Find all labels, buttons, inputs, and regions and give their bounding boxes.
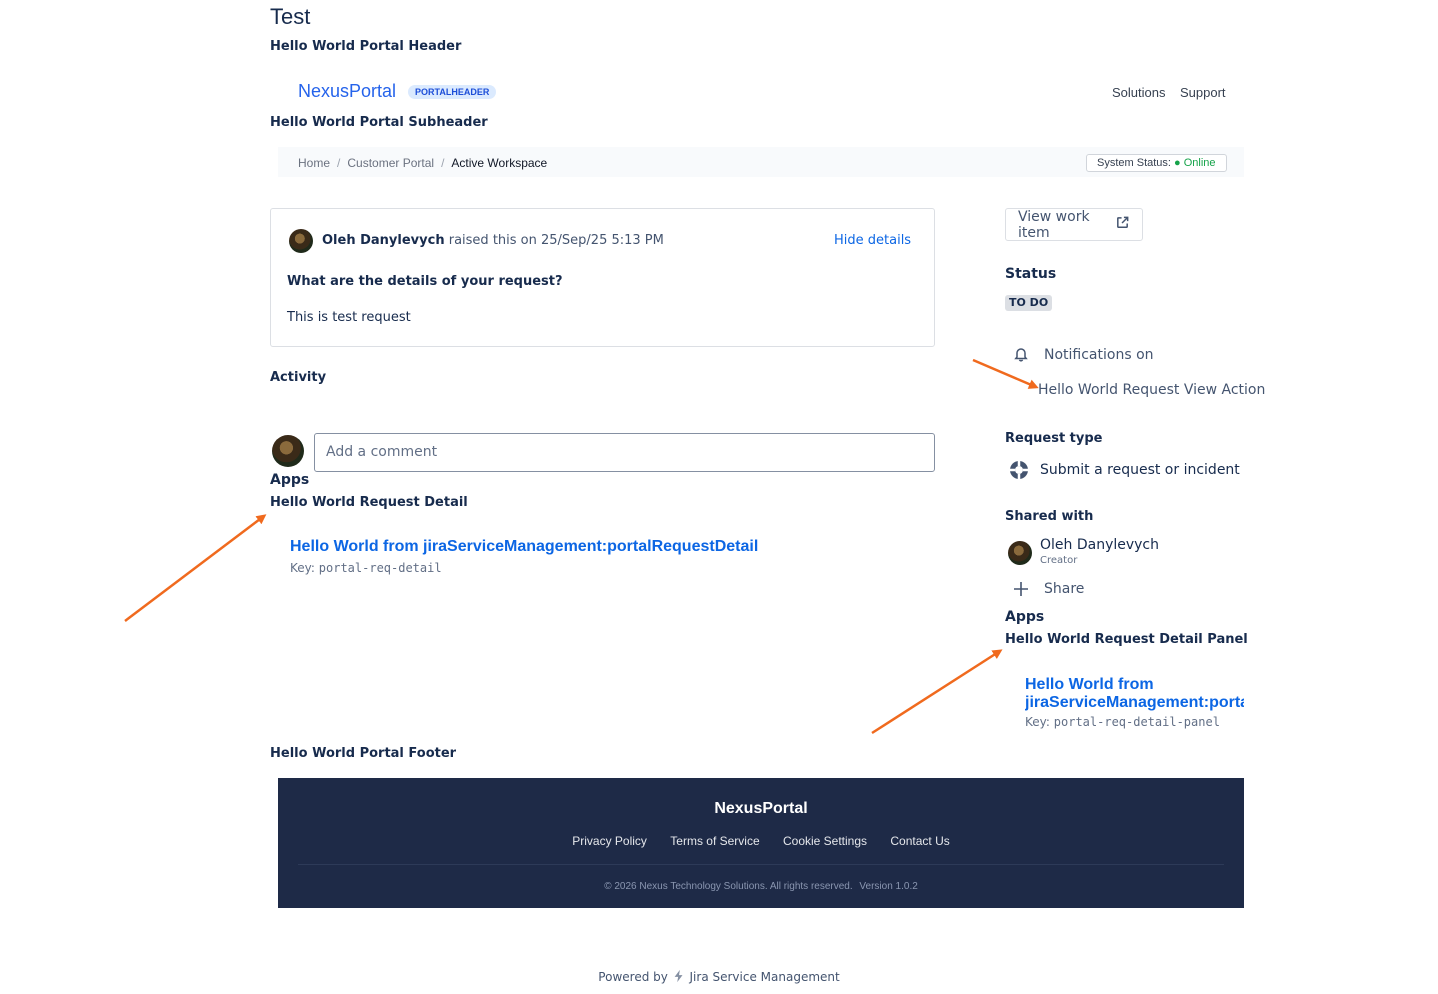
footer-link-terms[interactable]: Terms of Service [670, 834, 759, 848]
avatar [272, 435, 304, 467]
breadcrumb-separator: / [441, 156, 445, 170]
request-answer: This is test request [287, 310, 411, 325]
request-type-value: Submit a request or incident [1040, 462, 1240, 478]
request-detail-module-title: Hello World Request Detail [270, 495, 468, 510]
shared-user-name: Oleh Danylevych [1040, 537, 1160, 553]
nav-solutions[interactable]: Solutions [1112, 85, 1165, 100]
comment-input[interactable]: Add a comment [314, 433, 935, 472]
request-detail-panel-title: Hello World Request Detail Panel [1005, 632, 1248, 647]
footer-brand: NexusPortal [714, 800, 808, 817]
key-value: portal-req-detail [318, 561, 442, 575]
request-type-heading: Request type [1005, 431, 1103, 446]
footer-links: Privacy Policy Terms of Service Cookie S… [278, 834, 1244, 848]
portal-subheader-label: Hello World Portal Subheader [270, 115, 488, 130]
breadcrumb: Home / Customer Portal / Active Workspace [298, 156, 547, 170]
request-detail-panel-key: Key: portal-req-detail-panel [1025, 715, 1220, 729]
footer-link-cookies[interactable]: Cookie Settings [783, 834, 867, 848]
key-label: Key: [1025, 715, 1050, 729]
portalheader-badge: PORTALHEADER [408, 85, 497, 99]
notifications-toggle[interactable]: Notifications on [1044, 347, 1154, 363]
status-lozenge[interactable]: TO DO [1005, 295, 1053, 311]
sidebar-apps-heading: Apps [1005, 609, 1045, 625]
request-view-action[interactable]: Hello World Request View Action [1038, 382, 1265, 398]
page-title: Test [270, 4, 311, 29]
hide-details-button[interactable]: Hide details [834, 233, 911, 248]
powered-by-product: Jira Service Management [689, 970, 840, 984]
breadcrumb-separator: / [337, 156, 341, 170]
footer-divider [298, 864, 1224, 865]
request-details-card: Oleh Danylevych raised this on 25/Sep/25… [270, 208, 935, 347]
key-label: Key: [290, 561, 315, 575]
share-button[interactable]: Share [1044, 581, 1084, 597]
request-detail-key: Key: portal-req-detail [290, 561, 442, 575]
footer-version: Version 1.0.2 [859, 881, 918, 892]
key-value: portal-req-detail-panel [1053, 715, 1220, 729]
breadcrumb-home[interactable]: Home [298, 156, 330, 170]
system-status-label: System Status: [1097, 157, 1171, 169]
request-question: What are the details of your request? [287, 274, 563, 289]
panel-link-line1: Hello World from [1025, 676, 1154, 693]
shared-with-heading: Shared with [1005, 509, 1094, 524]
external-link-icon [1115, 215, 1130, 234]
portal-header-label: Hello World Portal Header [270, 39, 462, 54]
annotation-arrow [124, 514, 267, 622]
view-work-item-button[interactable]: View work item [1005, 208, 1143, 241]
footer-copyright-text: © 2026 Nexus Technology Solutions. All r… [604, 881, 853, 892]
nav-support[interactable]: Support [1180, 85, 1226, 100]
footer-link-privacy[interactable]: Privacy Policy [572, 834, 647, 848]
request-author[interactable]: Oleh Danylevych [322, 233, 445, 248]
view-work-item-label: View work item [1018, 208, 1090, 241]
footer-copyright: © 2026 Nexus Technology Solutions. All r… [278, 881, 1244, 892]
bell-icon [1013, 346, 1029, 366]
breadcrumb-customer-portal[interactable]: Customer Portal [347, 156, 434, 170]
request-raised-line: Oleh Danylevych raised this on 25/Sep/25… [322, 233, 664, 248]
plus-icon [1013, 581, 1029, 601]
avatar [289, 229, 313, 253]
powered-by-prefix: Powered by [598, 970, 668, 984]
apps-heading: Apps [270, 472, 310, 488]
portal-footer: NexusPortal Privacy Policy Terms of Serv… [278, 778, 1244, 908]
lifebuoy-icon [1009, 460, 1029, 484]
activity-heading: Activity [270, 370, 327, 385]
breadcrumb-current: Active Workspace [451, 156, 548, 170]
status-heading: Status [1005, 266, 1057, 282]
brand-logo[interactable]: NexusPortal [298, 81, 396, 102]
shared-user-role: Creator [1040, 555, 1078, 566]
avatar [1008, 541, 1032, 565]
system-status-value: ● Online [1174, 157, 1216, 169]
request-detail-app-link[interactable]: Hello World from jiraServiceManagement:p… [290, 538, 758, 556]
annotation-arrow [871, 649, 1003, 735]
lightning-icon [672, 969, 690, 984]
panel-link-line2: jiraServiceManagement:porta [1025, 694, 1244, 711]
portal-footer-label: Hello World Portal Footer [270, 746, 457, 761]
powered-by[interactable]: Powered by Jira Service Management [0, 969, 1438, 984]
system-status-badge: System Status: ● Online [1086, 154, 1227, 172]
footer-link-contact[interactable]: Contact Us [890, 834, 949, 848]
request-detail-panel-link[interactable]: Hello World from jiraServiceManagement:p… [1025, 676, 1244, 712]
request-raised-text: raised this on 25/Sep/25 5:13 PM [448, 233, 664, 248]
